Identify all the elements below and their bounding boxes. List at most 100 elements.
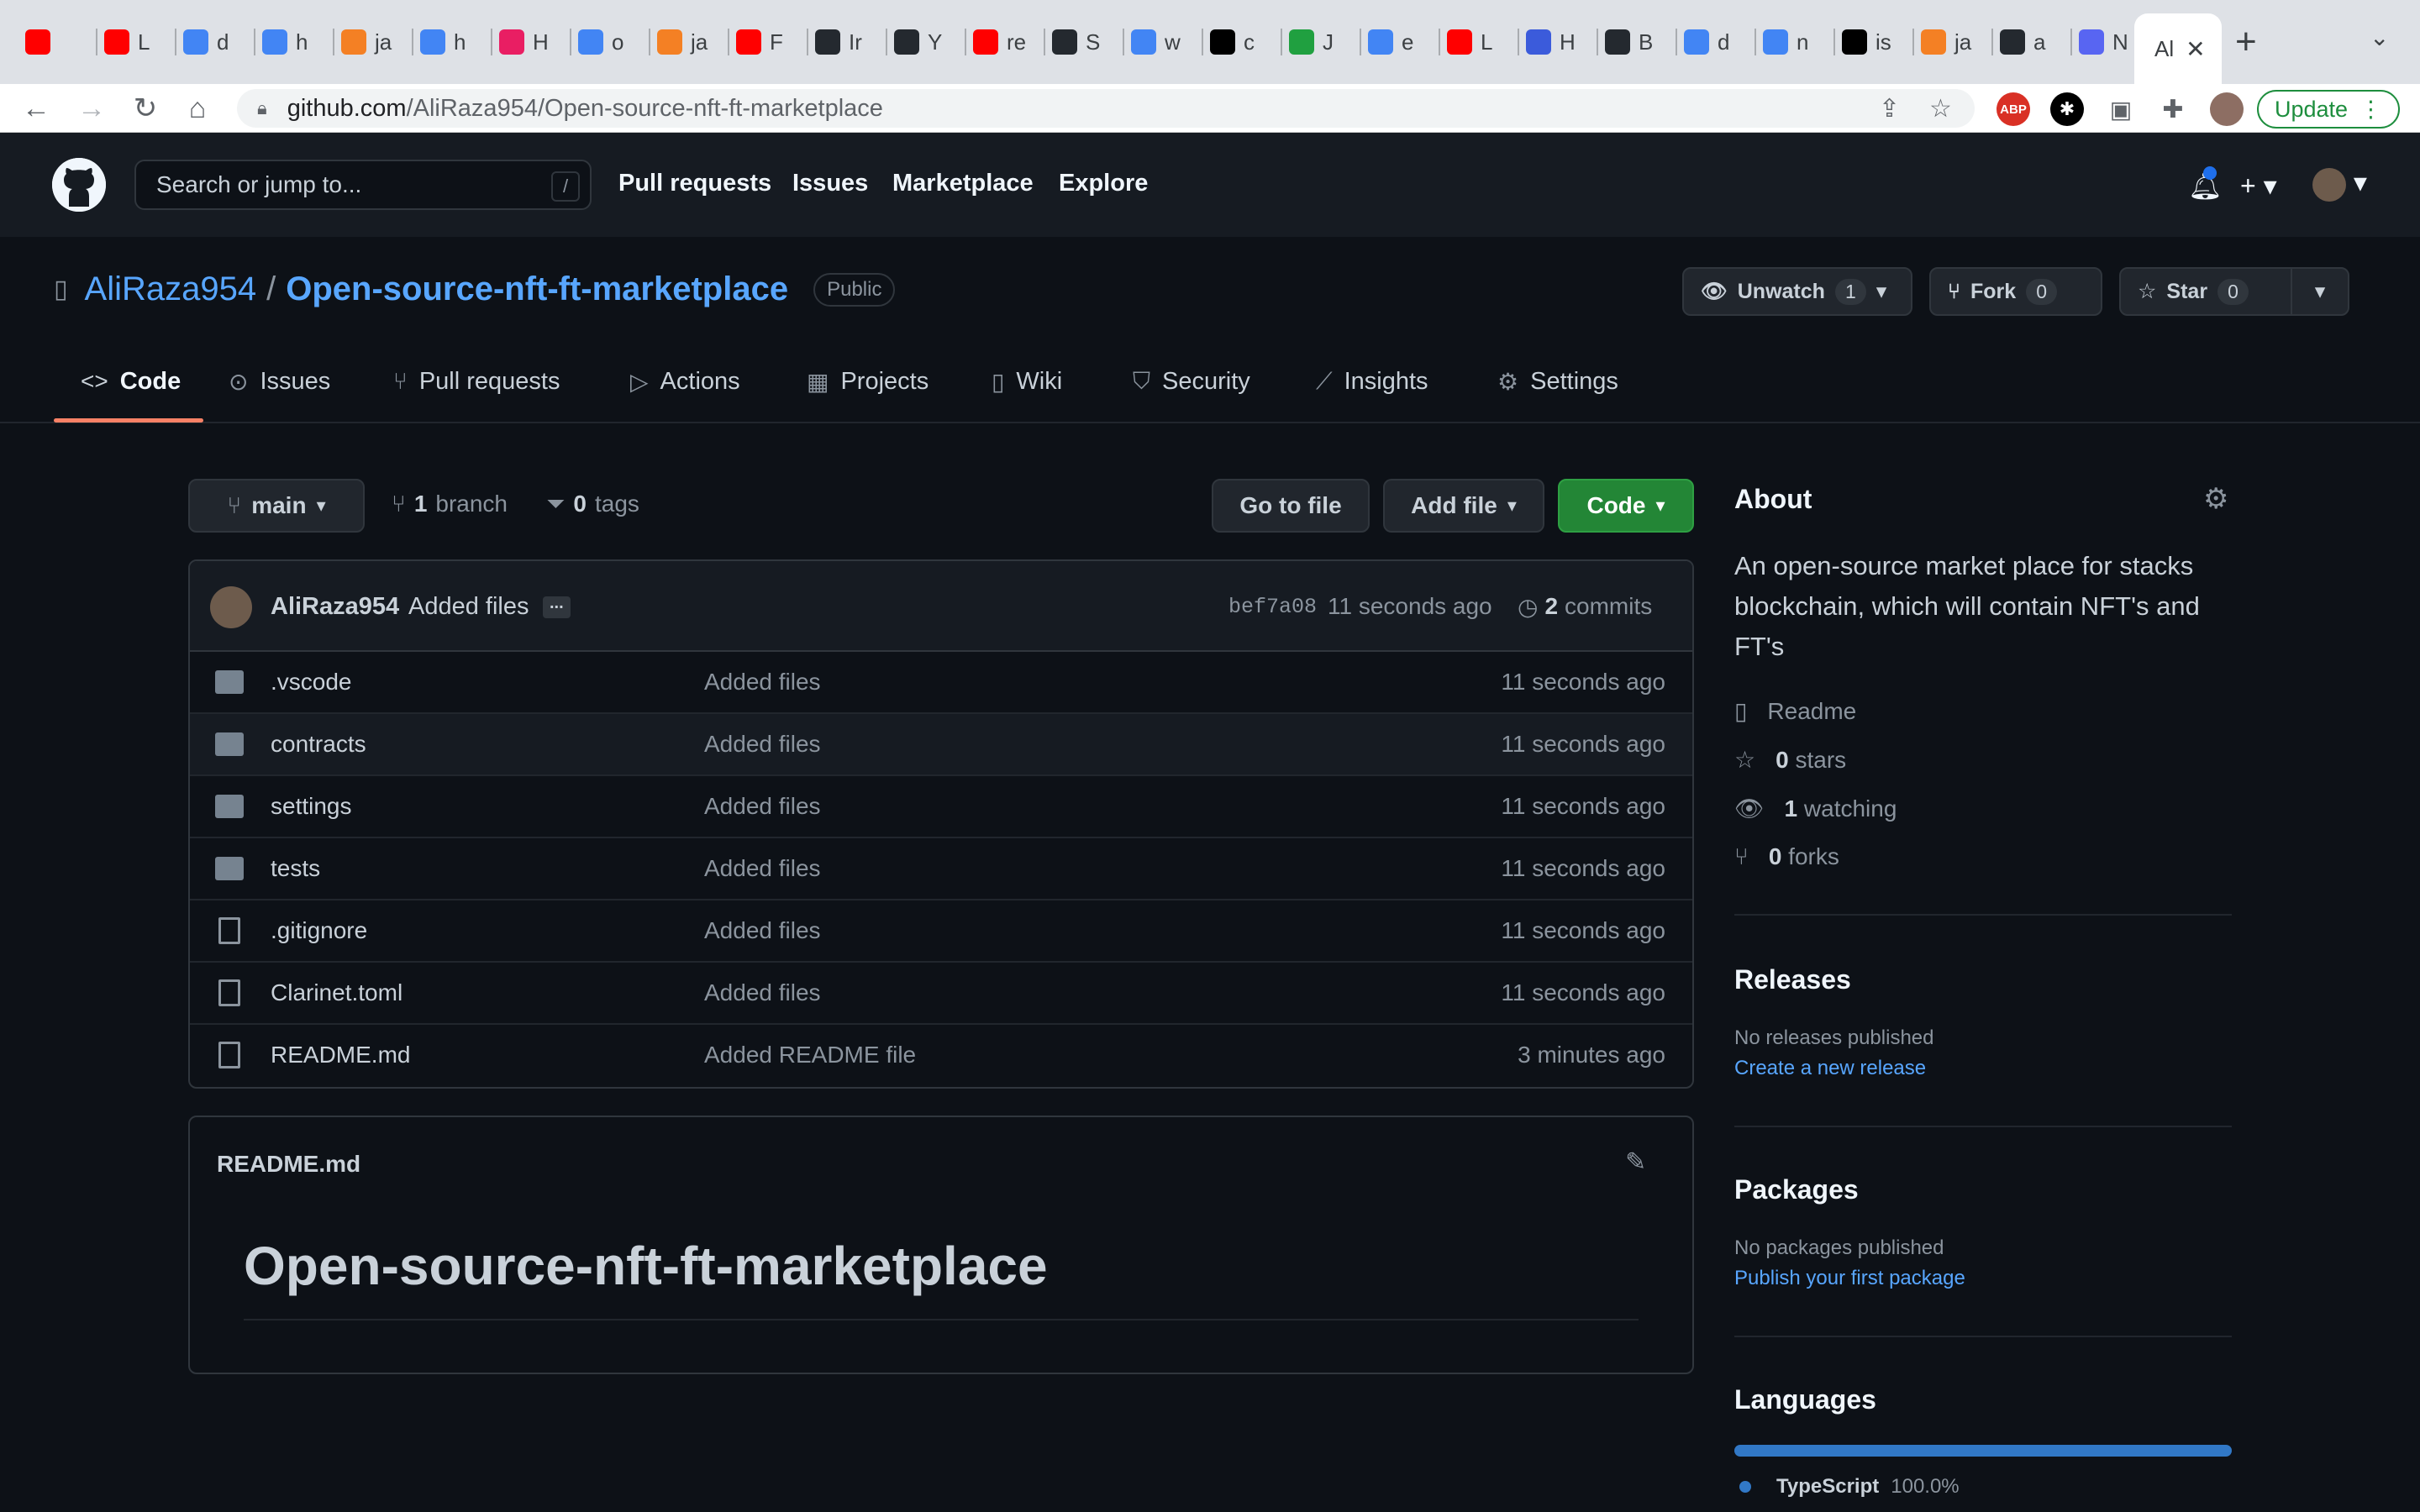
- tab-pull-requests[interactable]: ⑂ Pull requests: [393, 368, 560, 423]
- camera-extension-icon[interactable]: ▣: [2104, 92, 2138, 126]
- commit-author[interactable]: AliRaza954: [271, 593, 399, 621]
- repo-owner-link[interactable]: AliRaza954: [85, 270, 257, 308]
- create-release-link[interactable]: Create a new release: [1734, 1057, 1926, 1080]
- branches-link[interactable]: ⑂ 1 branch: [392, 491, 508, 517]
- tab-code[interactable]: <> Code: [81, 368, 181, 423]
- create-new-plus-icon[interactable]: + ▾: [2240, 170, 2277, 202]
- tab-actions[interactable]: ▷ Actions: [630, 368, 740, 423]
- browser-tab[interactable]: J: [1289, 18, 1334, 66]
- profile-avatar[interactable]: [2210, 92, 2244, 126]
- nav-explore[interactable]: Explore: [1059, 170, 1148, 197]
- edit-pencil-icon[interactable]: ✎: [1625, 1147, 1646, 1177]
- extension-icon[interactable]: ✱: [2050, 92, 2084, 126]
- file-commit-message[interactable]: Added files: [704, 669, 821, 696]
- browser-tab[interactable]: Y: [894, 18, 942, 66]
- browser-tab[interactable]: ja: [657, 18, 708, 66]
- file-name-link[interactable]: contracts: [271, 731, 366, 758]
- readme-filename[interactable]: README.md: [217, 1151, 360, 1178]
- browser-tab[interactable]: ja: [341, 18, 392, 66]
- browser-tab[interactable]: re: [973, 18, 1026, 66]
- tab-security[interactable]: ⛉ Security: [1133, 368, 1250, 423]
- address-bar[interactable]: 🔒︎ github.com/AliRaza954/Open-source-nft…: [237, 89, 1975, 128]
- github-logo-icon[interactable]: [52, 158, 106, 212]
- fork-button[interactable]: ⑂ Fork 0: [1929, 267, 2102, 316]
- file-name-link[interactable]: tests: [271, 855, 320, 882]
- forward-icon[interactable]: →: [71, 87, 113, 129]
- share-icon[interactable]: ⇪: [1879, 89, 1900, 128]
- nav-pull-requests[interactable]: Pull requests: [618, 170, 771, 197]
- tab-wiki[interactable]: ▯ Wiki: [992, 368, 1062, 423]
- file-name-link[interactable]: Clarinet.toml: [271, 979, 402, 1006]
- tab-settings[interactable]: ⚙ Settings: [1497, 368, 1618, 423]
- browser-tab[interactable]: d: [183, 18, 229, 66]
- browser-tab[interactable]: H: [499, 18, 549, 66]
- commit-sha[interactable]: bef7a08: [1228, 595, 1317, 619]
- file-name-link[interactable]: README.md: [271, 1042, 410, 1068]
- file-row[interactable]: Clarinet.toml Added files 11 seconds ago: [190, 963, 1692, 1025]
- file-commit-message[interactable]: Added files: [704, 731, 821, 758]
- commits-history-link[interactable]: ◷ 2 commits: [1518, 593, 1652, 621]
- browser-tab[interactable]: c: [1210, 18, 1255, 66]
- about-settings-gear-icon[interactable]: ⚙: [2203, 482, 2228, 516]
- forks-link[interactable]: ⑂ 0 forks: [1734, 843, 1839, 870]
- file-commit-message[interactable]: Added README file: [704, 1042, 916, 1068]
- repo-name-link[interactable]: Open-source-nft-ft-marketplace: [286, 270, 788, 308]
- browser-tab[interactable]: B: [1605, 18, 1653, 66]
- tab-insights[interactable]: ⟋ Insights: [1316, 368, 1428, 423]
- file-commit-message[interactable]: Added files: [704, 793, 821, 820]
- browser-tab[interactable]: h: [420, 18, 466, 66]
- tags-link[interactable]: ⏷ 0 tags: [546, 491, 639, 518]
- file-row[interactable]: README.md Added README file 3 minutes ago: [190, 1025, 1692, 1087]
- star-button[interactable]: ☆ Star 0: [2119, 267, 2292, 316]
- extensions-puzzle-icon[interactable]: ✚: [2156, 92, 2190, 126]
- browser-tab[interactable]: L: [1447, 18, 1492, 66]
- tab-issues[interactable]: ⊙ Issues: [229, 368, 330, 423]
- browser-tab[interactable]: N: [2079, 18, 2128, 66]
- browser-tab[interactable]: S: [1052, 18, 1100, 66]
- file-row[interactable]: .gitignore Added files 11 seconds ago: [190, 900, 1692, 963]
- browser-tab[interactable]: d: [1684, 18, 1729, 66]
- nav-marketplace[interactable]: Marketplace: [892, 170, 1034, 197]
- new-tab-button[interactable]: +: [2235, 18, 2257, 66]
- add-file-button[interactable]: Add file ▾: [1383, 479, 1544, 533]
- file-name-link[interactable]: .vscode: [271, 669, 352, 696]
- user-avatar-menu[interactable]: ▾: [2312, 166, 2367, 202]
- browser-tab[interactable]: F: [736, 18, 783, 66]
- browser-tab[interactable]: w: [1131, 18, 1181, 66]
- tab-search-chevron-icon[interactable]: ⌄: [2370, 24, 2389, 51]
- file-commit-message[interactable]: Added files: [704, 979, 821, 1006]
- go-to-file-button[interactable]: Go to file: [1212, 479, 1370, 533]
- releases-title[interactable]: Releases: [1734, 964, 1851, 995]
- browser-tab[interactable]: L: [104, 18, 150, 66]
- file-commit-message[interactable]: Added files: [704, 917, 821, 944]
- tab-active[interactable]: Al ✕: [2134, 13, 2222, 84]
- commit-message[interactable]: Added files: [408, 593, 529, 621]
- file-name-link[interactable]: .gitignore: [271, 917, 367, 944]
- language-item[interactable]: TypeScript 100.0%: [1739, 1475, 1960, 1499]
- browser-tab[interactable]: is: [1842, 18, 1891, 66]
- browser-tab[interactable]: H: [1526, 18, 1576, 66]
- expand-commit-ellipsis-button[interactable]: ...: [543, 595, 571, 618]
- adblock-extension-icon[interactable]: ABP: [1996, 92, 2030, 126]
- search-input[interactable]: Search or jump to... /: [134, 160, 592, 210]
- file-row[interactable]: contracts Added files 11 seconds ago: [190, 714, 1692, 776]
- file-commit-message[interactable]: Added files: [704, 855, 821, 882]
- browser-tab[interactable]: Ir: [815, 18, 862, 66]
- unwatch-button[interactable]: 👁︎ Unwatch 1 ▾: [1682, 267, 1912, 316]
- close-tab-icon[interactable]: ✕: [2186, 35, 2205, 63]
- update-button[interactable]: Update ⋮: [2257, 90, 2400, 129]
- reload-icon[interactable]: ↻: [124, 87, 166, 129]
- browser-tab[interactable]: o: [578, 18, 623, 66]
- publish-package-link[interactable]: Publish your first package: [1734, 1267, 1965, 1290]
- home-icon[interactable]: ⌂: [176, 87, 218, 129]
- nav-issues[interactable]: Issues: [792, 170, 868, 197]
- star-lists-dropdown[interactable]: ▾: [2291, 267, 2349, 316]
- browser-tab[interactable]: a: [2000, 18, 2045, 66]
- browser-tab[interactable]: n: [1763, 18, 1808, 66]
- watchers-link[interactable]: 👁︎ 1 watching: [1734, 795, 1897, 822]
- branch-select-button[interactable]: ⑂ main ▾: [188, 479, 365, 533]
- code-dropdown-button[interactable]: Code ▾: [1558, 479, 1694, 533]
- commit-author-avatar[interactable]: [210, 586, 252, 628]
- packages-title[interactable]: Packages: [1734, 1174, 1859, 1205]
- readme-link[interactable]: ▯ Readme: [1734, 697, 1856, 725]
